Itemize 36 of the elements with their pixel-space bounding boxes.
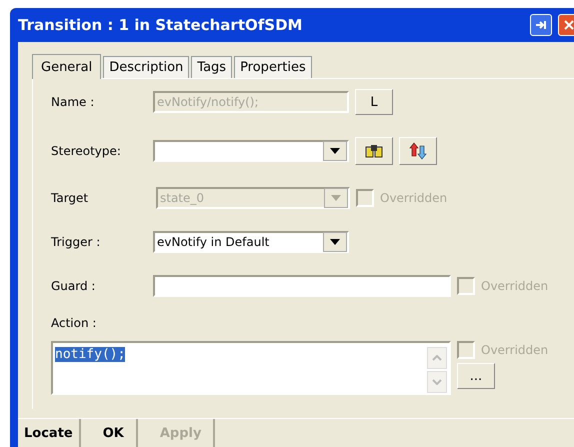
guard-field[interactable] (153, 275, 451, 297)
close-icon (564, 20, 574, 30)
scroll-down-button[interactable] (427, 371, 447, 393)
dropdown-button[interactable] (323, 141, 347, 161)
pin-button[interactable] (530, 14, 552, 36)
caret-icon (331, 195, 341, 201)
tab[interactable]: Tags (191, 56, 232, 78)
caret-icon (330, 239, 340, 245)
field-label: Name : (51, 95, 96, 109)
field-label: Trigger : (51, 235, 102, 249)
tab[interactable]: Description (103, 56, 190, 78)
binoculars-button[interactable] (355, 137, 393, 165)
field-label: Stereotype: (51, 144, 122, 158)
binoculars-icon (365, 143, 383, 159)
field-label: Action : (51, 316, 98, 330)
dropdown-button[interactable] (323, 232, 347, 252)
overridden-label: Overridden (481, 343, 548, 357)
field-label: Target (51, 191, 90, 205)
field-label: Guard : (51, 279, 96, 293)
close-button[interactable] (558, 14, 574, 36)
ellipsis-button[interactable]: ... (457, 363, 495, 389)
up-down-arrows-button[interactable] (399, 137, 437, 165)
action-code: notify(); (55, 347, 126, 362)
scroll-up-button[interactable] (427, 347, 447, 369)
window-title: Transition : 1 in StatechartOfSDM (18, 16, 304, 34)
tab[interactable]: Properties (234, 56, 312, 78)
action-field[interactable]: notify(); (51, 341, 451, 395)
tab[interactable]: General (32, 54, 102, 79)
up-down-arrows-icon (409, 142, 427, 160)
overridden-label: Overridden (380, 191, 448, 205)
caret-icon (330, 148, 340, 154)
pin-icon (535, 20, 547, 30)
trigger-combo[interactable]: evNotify in Default (153, 231, 349, 253)
overridden-label: Overridden (481, 279, 548, 293)
chevron-down-icon (432, 379, 442, 385)
chevron-up-icon (432, 355, 442, 361)
